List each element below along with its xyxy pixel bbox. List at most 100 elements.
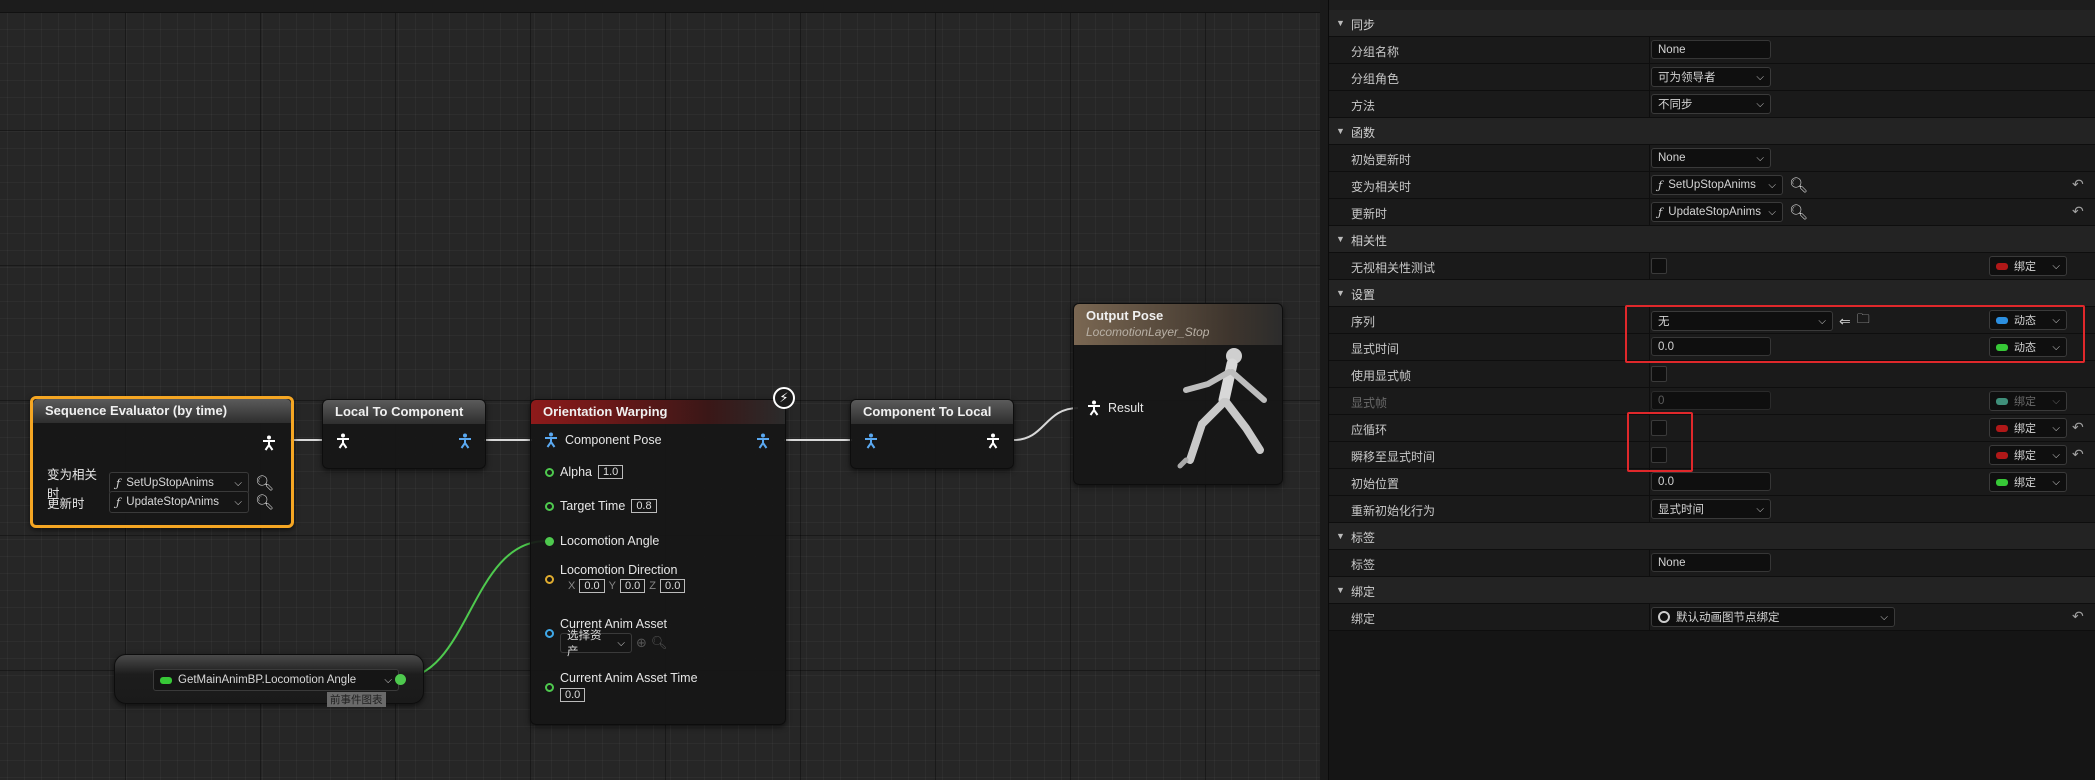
x-value-input[interactable]: 0.0	[579, 579, 605, 593]
fast-path-icon: ⚡︎	[773, 387, 795, 409]
reset-to-default-icon[interactable]: ↶	[2072, 608, 2084, 625]
search-icon[interactable]: 🔍︎	[255, 493, 274, 511]
binding-button[interactable]: 绑定 ⌵	[1989, 472, 2067, 492]
current-anim-asset-pin-row[interactable]: Current Anim Asset 选择资产 ⌵ ⊕ 🔍︎	[545, 617, 668, 658]
expand-arrow-icon[interactable]: ▼	[1336, 234, 1345, 244]
result-pin-row[interactable]: Result	[1086, 400, 1143, 416]
column-divider[interactable]	[1649, 91, 1650, 118]
locomotion-direction-pin-row[interactable]: Locomotion Direction X 0.0 Y 0.0 Z 0.0	[545, 563, 686, 593]
property-label: 更新时	[1351, 207, 1388, 221]
binding-button[interactable]: 绑定 ⌵	[1989, 445, 2067, 465]
binding-button[interactable]: 绑定 ⌵	[1989, 256, 2067, 276]
property-checkbox[interactable]	[1651, 366, 1667, 382]
select-asset-dropdown[interactable]: 选择资产 ⌵	[560, 630, 632, 658]
category-header[interactable]: ▼ 相关性	[1329, 226, 2095, 253]
on-update-dropdown[interactable]: ƒ UpdateStopAnims ⌵	[109, 491, 249, 513]
sequence-evaluator-node[interactable]: Sequence Evaluator (by time) 变为相关时 ƒ Set…	[30, 396, 294, 528]
pose-input-pin-icon[interactable]	[335, 433, 351, 449]
reset-to-default-icon[interactable]: ↶	[2072, 176, 2084, 193]
chevron-down-icon: ⌵	[2052, 476, 2060, 488]
pose-pin-icon[interactable]	[261, 435, 277, 451]
column-divider[interactable]	[1649, 604, 1650, 631]
reset-to-default-icon[interactable]: ↶	[2072, 446, 2084, 463]
alpha-pin-row[interactable]: Alpha 1.0	[545, 465, 624, 479]
z-value-input[interactable]: 0.0	[660, 579, 686, 593]
column-divider[interactable]	[1649, 496, 1650, 523]
anim-graph-canvas[interactable]: Sequence Evaluator (by time) 变为相关时 ƒ Set…	[0, 0, 1320, 780]
property-text-input[interactable]: None	[1651, 40, 1771, 59]
category-header[interactable]: ▼ 同步	[1329, 10, 2095, 37]
category-header[interactable]: ▼ 设置	[1329, 280, 2095, 307]
category-header[interactable]: ▼ 标签	[1329, 523, 2095, 550]
property-access-dropdown[interactable]: GetMainAnimBP.Locomotion Angle ⌵	[153, 669, 399, 691]
column-divider[interactable]	[1649, 172, 1650, 199]
column-divider[interactable]	[1649, 253, 1650, 280]
property-text-input[interactable]: 0.0	[1651, 472, 1771, 491]
component-pose-input-pin-icon[interactable]	[863, 433, 879, 449]
component-pose-output-pin-icon[interactable]	[457, 433, 473, 449]
column-divider[interactable]	[1649, 361, 1650, 388]
search-icon[interactable]: 🔍︎	[1789, 203, 1808, 221]
reset-to-default-icon[interactable]: ↶	[2072, 419, 2084, 436]
orientation-warping-node[interactable]: Orientation Warping Component Pose Alpha…	[530, 399, 786, 725]
binding-color-icon	[1996, 478, 2008, 486]
expand-arrow-icon[interactable]: ▼	[1336, 18, 1345, 28]
component-to-local-node[interactable]: Component To Local	[850, 399, 1014, 469]
target-time-pin-row[interactable]: Target Time 0.8	[545, 499, 657, 513]
expand-arrow-icon[interactable]: ▼	[1336, 585, 1345, 595]
binding-dropdown[interactable]: 默认动画图节点绑定 ⌵	[1651, 607, 1895, 627]
property-dropdown[interactable]: None ⌵	[1651, 148, 1771, 168]
expand-arrow-icon[interactable]: ▼	[1336, 126, 1345, 136]
alpha-value-input[interactable]: 1.0	[597, 465, 624, 479]
pose-output-pin-icon[interactable]	[985, 433, 1001, 449]
component-pose-pin-icon[interactable]	[543, 432, 559, 448]
object-pin-icon[interactable]	[545, 629, 554, 638]
column-divider[interactable]	[1649, 199, 1650, 226]
column-divider[interactable]	[1649, 145, 1650, 172]
column-divider[interactable]	[1649, 64, 1650, 91]
column-divider[interactable]	[1649, 388, 1650, 415]
vector-pin-icon[interactable]	[545, 575, 554, 584]
float-pin-icon[interactable]	[545, 501, 554, 511]
use-selected-icon[interactable]: ⊕	[636, 635, 647, 651]
function-dropdown[interactable]: ƒ SetUpStopAnims ⌵	[1651, 175, 1783, 195]
property-dropdown[interactable]: 显式时间 ⌵	[1651, 499, 1771, 519]
y-value-input[interactable]: 0.0	[619, 579, 646, 593]
browse-search-icon[interactable]: 🔍︎	[651, 635, 668, 651]
column-divider[interactable]	[1649, 550, 1650, 577]
output-pose-node[interactable]: Output Pose LocomotionLayer_Stop Result	[1073, 303, 1283, 485]
property-access-label: GetMainAnimBP.Locomotion Angle	[178, 674, 357, 686]
reset-to-default-icon[interactable]: ↶	[2072, 203, 2084, 220]
float-pin-connected-icon[interactable]	[545, 536, 554, 546]
search-icon[interactable]: 🔍︎	[1789, 176, 1808, 194]
float-output-pin-icon[interactable]	[395, 674, 406, 685]
float-pin-icon[interactable]	[545, 467, 554, 477]
locomotion-angle-pin-row[interactable]: Locomotion Angle	[545, 534, 659, 548]
pose-input-pin-icon[interactable]	[1086, 400, 1102, 416]
function-dropdown[interactable]: ƒ UpdateStopAnims ⌵	[1651, 202, 1783, 222]
component-pose-label: Component Pose	[565, 433, 662, 447]
expand-arrow-icon[interactable]: ▼	[1336, 531, 1345, 541]
float-pin-icon[interactable]	[545, 683, 554, 692]
component-pose-output-pin-icon[interactable]	[755, 433, 771, 449]
category-header[interactable]: ▼ 绑定	[1329, 577, 2095, 604]
category-header[interactable]: ▼ 函数	[1329, 118, 2095, 145]
category-label: 同步	[1351, 18, 1376, 32]
get-locomotion-angle-node[interactable]: GetMainAnimBP.Locomotion Angle ⌵ 前事件图表	[114, 654, 424, 707]
property-dropdown[interactable]: 不同步 ⌵	[1651, 94, 1771, 114]
component-pose-pin-row[interactable]: Component Pose	[543, 432, 662, 448]
property-label: 显式时间	[1351, 342, 1400, 356]
current-anim-asset-time-pin-row[interactable]: Current Anim Asset Time 0.0	[545, 671, 698, 702]
category-label: 设置	[1351, 288, 1376, 302]
property-dropdown[interactable]: 可为领导者 ⌵	[1651, 67, 1771, 87]
binding-button[interactable]: 绑定 ⌵	[1989, 418, 2067, 438]
column-divider[interactable]	[1649, 37, 1650, 64]
property-checkbox[interactable]	[1651, 258, 1667, 274]
target-time-value-input[interactable]: 0.8	[631, 499, 657, 513]
local-to-component-node[interactable]: Local To Component	[322, 399, 486, 469]
current-anim-asset-time-input[interactable]: 0.0	[560, 688, 586, 702]
column-divider[interactable]	[1649, 469, 1650, 496]
property-text-input[interactable]: None	[1651, 553, 1771, 572]
expand-arrow-icon[interactable]: ▼	[1336, 288, 1345, 298]
search-icon[interactable]: 🔍︎	[255, 474, 274, 492]
